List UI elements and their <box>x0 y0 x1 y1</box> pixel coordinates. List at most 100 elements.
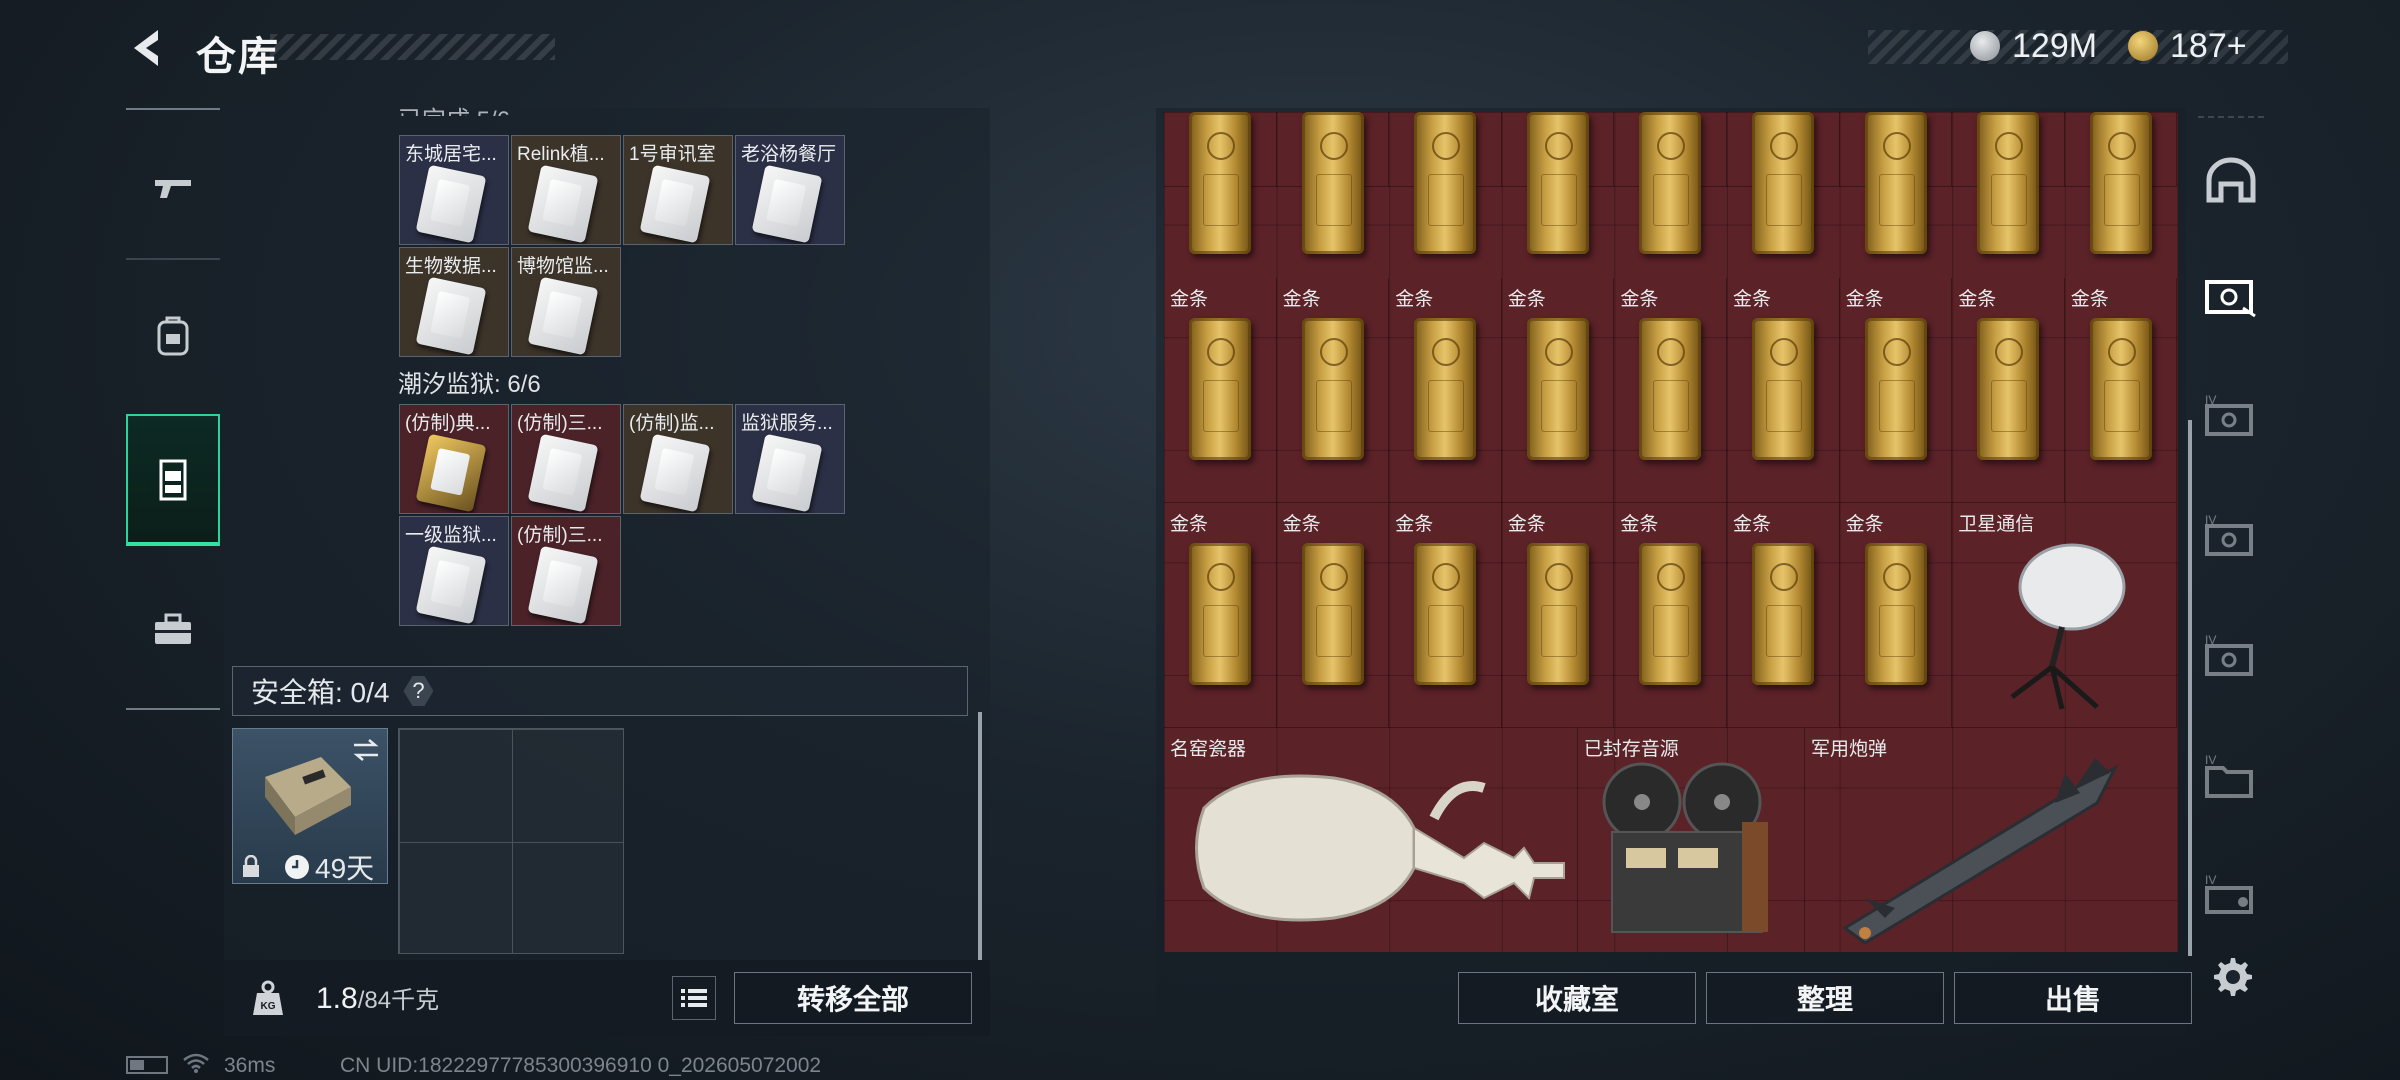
collection-item[interactable]: (仿制)典... <box>399 404 509 514</box>
porcelain-item[interactable]: 名窑瓷器 <box>1164 728 1578 952</box>
weight-icon-box: KG <box>236 966 300 1030</box>
gold-bar-item[interactable]: 金条 <box>1501 278 1615 503</box>
gold-bar-item[interactable] <box>1952 112 2065 254</box>
collection-item[interactable]: 一级监狱... <box>399 516 509 626</box>
gold-bar-item[interactable]: 金条 <box>1276 278 1390 503</box>
organize-button[interactable]: 整理 <box>1706 972 1944 1024</box>
swap-icon[interactable] <box>351 737 381 763</box>
sell-button[interactable]: 出售 <box>1954 972 2192 1024</box>
item-label: 金条 <box>1845 289 1884 310</box>
safe-case-icon <box>265 757 351 835</box>
gold-bar-item[interactable]: 金条 <box>1614 503 1727 728</box>
gold-bar-item[interactable]: 金条 <box>1952 278 2065 503</box>
help-icon[interactable]: ? <box>403 676 434 706</box>
gold-bar-item[interactable]: 金条 <box>1389 278 1502 503</box>
gold-bar-item[interactable] <box>1614 112 1727 254</box>
shelter-icon <box>2206 157 2256 203</box>
gold-bar-icon <box>1301 112 1364 254</box>
stash-scrollbar[interactable] <box>2188 420 2192 956</box>
gold-bar-item[interactable]: 金条 <box>1164 503 1277 728</box>
gold-bar-icon <box>1301 543 1364 685</box>
right-nav-home[interactable] <box>2198 140 2264 220</box>
gold-bar-icon <box>1752 318 1814 460</box>
gold-bar-item[interactable]: 金条 <box>1839 503 1953 728</box>
collection-item[interactable]: Relink植... <box>511 135 621 245</box>
collection-item[interactable]: (仿制)监... <box>623 404 733 514</box>
list-view-button[interactable] <box>672 976 716 1020</box>
stash-case-locked-icon: IV <box>2205 393 2253 436</box>
gold-bar-item[interactable]: 金条 <box>1839 278 1953 503</box>
gold-bar-item[interactable]: 金条 <box>1614 278 1727 503</box>
stash-grid[interactable]: 金条 金条 金条 金条 金条 金条 金条 金条 金条 金条 金条 金条 金条 金条 金条 金条 卫星通信 名窑瓷器… <box>1164 112 2178 952</box>
gold-bar-item[interactable] <box>1164 112 1277 254</box>
gold-bar-item[interactable] <box>1501 112 1615 254</box>
gold-bar-item[interactable] <box>2064 112 2178 254</box>
weight-current: 1.8 <box>316 982 358 1015</box>
inventory-scrollbar[interactable] <box>978 712 982 960</box>
right-nav-stash-3[interactable]: IV <box>2198 496 2264 576</box>
reel-recorder-icon <box>1602 762 1768 933</box>
document-icon <box>639 433 711 513</box>
title-decoration <box>270 34 555 60</box>
collection-item[interactable]: 1号审讯室 <box>623 135 733 245</box>
gold-bar-item[interactable]: 金条 <box>2064 278 2178 503</box>
gear-icon <box>2214 958 2252 996</box>
transfer-all-button[interactable]: 转移全部 <box>734 972 972 1024</box>
safe-box-slot[interactable]: 49天 <box>232 728 388 884</box>
currency-1[interactable]: 129M <box>1970 26 2097 66</box>
document-icon <box>751 433 823 513</box>
nav-divider <box>126 708 220 710</box>
right-nav-stash-6[interactable]: IV <box>2198 856 2264 936</box>
gold-bar-item[interactable] <box>1276 112 1390 254</box>
settings-button[interactable] <box>2198 936 2264 1016</box>
gold-bar-item[interactable]: 金条 <box>1164 278 1277 503</box>
item-label: 金条 <box>1845 514 1884 535</box>
gold-bar-icon <box>1526 543 1589 685</box>
gold-bar-icon <box>2089 318 2152 460</box>
collection-item[interactable]: 监狱服务... <box>735 404 845 514</box>
weight-kg-icon: KG <box>253 980 283 1015</box>
collection-item[interactable]: (仿制)三... <box>511 516 621 626</box>
satellite-comm-item[interactable]: 卫星通信 <box>1952 503 2178 728</box>
nav-briefcase[interactable] <box>126 564 220 696</box>
nav-weapon[interactable] <box>126 122 220 254</box>
military-shell-item[interactable]: 军用炮弹 <box>1805 728 2178 952</box>
collection-group-2-title: 潮汐监狱: 6/6 <box>398 371 541 398</box>
collection-item[interactable]: (仿制)三... <box>511 404 621 514</box>
gold-bar-item[interactable] <box>1389 112 1502 254</box>
wifi-icon <box>183 1053 209 1073</box>
gold-bar-icon <box>1639 543 1702 685</box>
right-nav-stash-2[interactable]: IV <box>2198 376 2264 456</box>
right-nav-stash-5[interactable]: IV <box>2198 736 2264 816</box>
item-label: 金条 <box>1733 289 1772 310</box>
gold-bar-item[interactable]: 金条 <box>1501 503 1615 728</box>
gold-bar-item[interactable]: 金条 <box>1727 278 1840 503</box>
item-label: 金条 <box>1733 514 1772 535</box>
gold-bar-item[interactable]: 金条 <box>1276 503 1390 728</box>
collection-item[interactable]: 生物数据... <box>399 247 509 357</box>
currency-2[interactable]: 187+ <box>2128 26 2247 66</box>
gold-bar-icon <box>1526 112 1589 254</box>
gold-bar-icon <box>1189 112 1251 254</box>
collection-item[interactable]: 东城居宅... <box>399 135 509 245</box>
safe-box-duration: 49天 <box>283 847 374 887</box>
gold-bar-item[interactable]: 金条 <box>1389 503 1502 728</box>
gold-bar-item[interactable]: 金条 <box>1727 503 1840 728</box>
gold-bar-icon <box>1414 543 1477 685</box>
back-arrow-icon[interactable] <box>124 24 172 72</box>
collection-room-button[interactable]: 收藏室 <box>1458 972 1696 1024</box>
collection-item[interactable]: 博物馆监... <box>511 247 621 357</box>
item-label: 金条 <box>1507 289 1546 310</box>
right-nav-stash-4[interactable]: IV <box>2198 616 2264 696</box>
right-nav-stash-1[interactable] <box>2198 256 2264 336</box>
document-icon <box>527 545 599 625</box>
nav-chest-rig[interactable] <box>126 414 220 546</box>
item-label: 金条 <box>1282 289 1321 310</box>
nav-backpack[interactable] <box>126 270 220 402</box>
collection-item[interactable]: 老浴杨餐厅 <box>735 135 845 245</box>
safe-box-empty-grid[interactable] <box>398 728 624 954</box>
gold-bar-item[interactable] <box>1727 112 1840 254</box>
audio-recorder-item[interactable]: 已封存音源 <box>1578 728 1805 952</box>
gold-bar-item[interactable] <box>1839 112 1953 254</box>
weight-readout: 1.8/84千克 <box>316 980 439 1016</box>
